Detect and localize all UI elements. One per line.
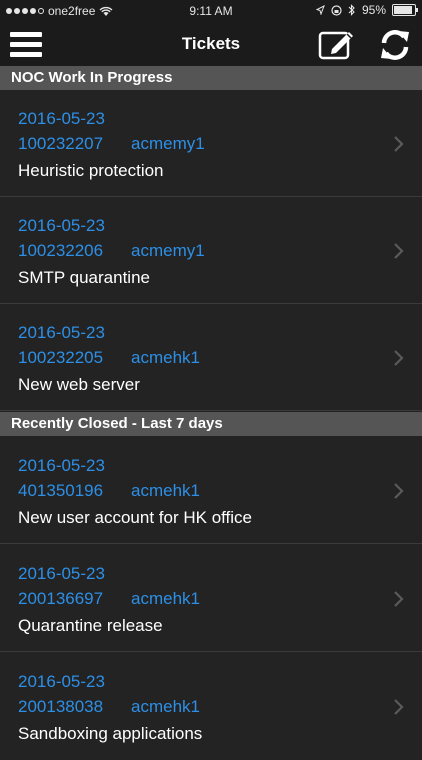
status-indicators: 95% bbox=[315, 3, 418, 17]
chevron-right-icon bbox=[394, 483, 404, 499]
ticket-date: 2016-05-23 bbox=[18, 456, 105, 475]
ticket-number: 200138038 bbox=[18, 697, 104, 716]
ticket-date: 2016-05-23 bbox=[18, 672, 105, 691]
chevron-right-icon bbox=[394, 243, 404, 259]
ticket-title: New user account for HK office bbox=[18, 508, 253, 527]
refresh-icon[interactable] bbox=[378, 28, 412, 62]
ticket-number: 200136697 bbox=[18, 589, 104, 608]
page-title: Tickets bbox=[181, 34, 241, 53]
section-header-noc-work-in-progress: NOC Work In Progress bbox=[0, 66, 422, 90]
ticket-row[interactable]: 2016-05-23 100232206 acmemy1 SMTP quaran… bbox=[0, 197, 422, 304]
ticket-title: Sandboxing applications bbox=[18, 724, 203, 743]
ticket-row[interactable]: 2016-05-23 401350196 acmehk1 New user ac… bbox=[0, 437, 422, 544]
ticket-number: 100232207 bbox=[18, 134, 104, 153]
ticket-user: acmehk1 bbox=[131, 481, 200, 500]
orientation-lock-icon bbox=[331, 4, 342, 16]
battery-icon bbox=[392, 4, 418, 16]
ticket-user: acmemy1 bbox=[131, 134, 205, 153]
battery-percent: 95% bbox=[361, 3, 386, 17]
ticket-number: 401350196 bbox=[18, 481, 104, 500]
ticket-title: SMTP quarantine bbox=[18, 268, 150, 287]
ticket-date: 2016-05-23 bbox=[18, 109, 105, 128]
ticket-date: 2016-05-23 bbox=[18, 323, 105, 342]
chevron-right-icon bbox=[394, 350, 404, 366]
chevron-right-icon bbox=[394, 699, 404, 715]
ticket-row[interactable]: 2016-05-23 200136697 acmehk1 Quarantine … bbox=[0, 545, 422, 652]
ticket-title: Heuristic protection bbox=[18, 161, 164, 180]
ticket-user: acmehk1 bbox=[131, 348, 200, 367]
section-header-recently-closed: Recently Closed - Last 7 days bbox=[0, 412, 422, 436]
ticket-user: acmehk1 bbox=[131, 697, 200, 716]
status-bar: one2free 9:11 AM 95% bbox=[0, 0, 422, 22]
ticket-row[interactable]: 2016-05-23 100232205 acmehk1 New web ser… bbox=[0, 304, 422, 411]
ticket-number: 100232206 bbox=[18, 241, 104, 260]
ticket-title: Quarantine release bbox=[18, 616, 163, 635]
ticket-row[interactable]: 2016-05-23 100232207 acmemy1 Heuristic p… bbox=[0, 90, 422, 197]
chevron-right-icon bbox=[394, 136, 404, 152]
location-arrow-icon bbox=[315, 5, 325, 15]
ticket-user: acmemy1 bbox=[131, 241, 205, 260]
ticket-number: 100232205 bbox=[18, 348, 104, 367]
compose-icon[interactable] bbox=[318, 28, 356, 60]
ticket-date: 2016-05-23 bbox=[18, 216, 105, 235]
bluetooth-icon bbox=[348, 4, 355, 16]
ticket-title: New web server bbox=[18, 375, 140, 394]
ticket-row[interactable]: 2016-05-23 200138038 acmehk1 Sandboxing … bbox=[0, 653, 422, 760]
chevron-right-icon bbox=[394, 591, 404, 607]
navigation-bar: Tickets bbox=[0, 22, 422, 66]
ticket-date: 2016-05-23 bbox=[18, 564, 105, 583]
ticket-user: acmehk1 bbox=[131, 589, 200, 608]
